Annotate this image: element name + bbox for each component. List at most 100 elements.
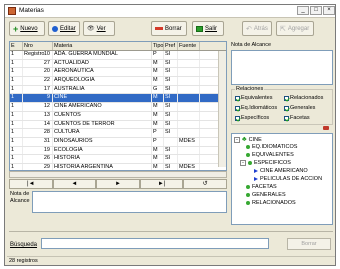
table-row[interactable]: 1 13 CUENTOS M SI bbox=[10, 111, 226, 121]
refresh-button[interactable]: ↺ bbox=[183, 179, 227, 189]
grid-body: 1 10 ADA. GUERRA MUNDIAL P SI 1 27 ACTUALIDAD M S… bbox=[10, 51, 226, 170]
check-eq-idiomaticos[interactable]: Eq.Idiomáticos bbox=[235, 105, 277, 111]
table-cell: 1 bbox=[10, 103, 23, 111]
prev-record-button[interactable]: ◄ bbox=[52, 179, 97, 189]
collapse-icon[interactable]: − bbox=[234, 136, 240, 143]
table-cell: SI bbox=[164, 94, 178, 103]
edit-button[interactable]: Editar bbox=[48, 21, 80, 36]
table-cell: 1 bbox=[10, 137, 23, 146]
tree-leaf[interactable]: CINE AMERICANO bbox=[254, 168, 308, 174]
checkbox-icon bbox=[284, 105, 289, 111]
table-cell: 9 bbox=[23, 94, 53, 103]
check-equivalentes[interactable]: Equivalentes bbox=[235, 95, 273, 101]
table-row[interactable]: 1 28 CULTURA P SI bbox=[10, 129, 226, 138]
header-e[interactable]: E bbox=[10, 42, 23, 50]
table-cell: SI bbox=[164, 120, 178, 129]
header-fuente[interactable]: Fuente bbox=[178, 42, 200, 50]
note-label: Nota de Alcance bbox=[10, 191, 30, 204]
table-cell: M bbox=[152, 103, 164, 111]
add-button[interactable]: ⇱ Agregar bbox=[276, 21, 314, 36]
exit-button[interactable]: Salir bbox=[192, 21, 224, 36]
table-cell: HISTORIA bbox=[53, 155, 152, 163]
table-row[interactable]: 1 26 HISTORIA M SI bbox=[10, 155, 226, 164]
table-cell bbox=[178, 85, 200, 94]
table-cell bbox=[178, 51, 200, 59]
table-row[interactable]: 1 14 CUENTOS DE TERROR M SI bbox=[10, 120, 226, 130]
table-cell: 1 bbox=[10, 146, 23, 155]
check-generales[interactable]: Generales bbox=[284, 105, 315, 111]
collapse-icon[interactable]: − bbox=[240, 160, 246, 166]
pin-icon[interactable] bbox=[323, 126, 329, 130]
check-relacionados[interactable]: Relacionados bbox=[284, 95, 323, 101]
header-materia[interactable]: Materia bbox=[53, 42, 152, 50]
green-dot-icon bbox=[246, 153, 250, 157]
table-cell: M bbox=[152, 163, 164, 170]
title-bar: Materias _ □ × bbox=[5, 5, 335, 18]
table-row[interactable]: 1 10 ADA. GUERRA MUNDIAL P SI bbox=[10, 51, 226, 60]
table-row[interactable]: 1 31 DINOSAURIOS P MDES bbox=[10, 137, 226, 147]
delete-button[interactable]: Borrar bbox=[151, 21, 187, 36]
table-cell: M bbox=[152, 120, 164, 129]
table-row[interactable]: 1 22 ARQUEOLOGIA M SI bbox=[10, 77, 226, 86]
table-cell: SI bbox=[164, 51, 178, 59]
check-facetas[interactable]: Facetas bbox=[284, 115, 310, 121]
tree-node[interactable]: GENERALES bbox=[246, 192, 286, 198]
table-row[interactable]: 1 9 CINE M SI bbox=[10, 94, 226, 104]
table-cell: 1 bbox=[10, 163, 23, 170]
tree-leaf[interactable]: PELICULAS DE ACCION bbox=[254, 176, 322, 182]
check-label: Equivalentes bbox=[241, 95, 273, 101]
back-arrow-icon: ↶ bbox=[246, 25, 252, 33]
tree-root[interactable]: − ♣ CINE bbox=[234, 136, 262, 143]
view-button[interactable]: 👁 Ver bbox=[83, 21, 115, 36]
minimize-button[interactable]: _ bbox=[297, 6, 309, 15]
first-record-button[interactable]: |◄ bbox=[9, 179, 53, 189]
search-input[interactable] bbox=[41, 238, 269, 249]
tree-node[interactable]: RELACIONADOS bbox=[246, 200, 296, 206]
header-tipo[interactable]: Tipo bbox=[152, 42, 164, 50]
table-cell: 1 bbox=[10, 94, 23, 103]
relations-tree[interactable]: − ♣ CINE EQ.IDIOMATICOS EQUIVALENTES − ESPE… bbox=[231, 133, 333, 225]
grid-horizontal-scrollbar[interactable] bbox=[9, 171, 227, 178]
maximize-button[interactable]: □ bbox=[310, 6, 322, 15]
checkbox-icon bbox=[235, 105, 240, 111]
table-cell: 12 bbox=[23, 103, 53, 111]
green-dot-icon bbox=[246, 201, 250, 205]
tree-node[interactable]: EQ.IDIOMATICOS bbox=[246, 144, 297, 150]
table-cell: SI bbox=[164, 129, 178, 137]
alcance-textarea[interactable] bbox=[231, 50, 333, 85]
materias-grid[interactable]: E Nro Registro Materia Tipo Pref Fuente … bbox=[9, 41, 227, 171]
note-textarea[interactable] bbox=[32, 191, 227, 213]
exit-icon bbox=[196, 25, 203, 32]
new-button[interactable]: + Nuevo bbox=[9, 21, 45, 36]
table-cell: SI bbox=[164, 59, 178, 68]
table-row[interactable]: 1 17 AUSTRALIA G SI bbox=[10, 85, 226, 95]
header-nro-registro[interactable]: Nro Registro bbox=[23, 42, 53, 57]
table-cell bbox=[178, 111, 200, 120]
clear-search-button[interactable]: Borrar bbox=[287, 238, 331, 250]
table-row[interactable]: 1 29 HISTORIA ARGENTINA M SI MDES bbox=[10, 163, 226, 170]
check-especificos[interactable]: Específicos bbox=[235, 115, 269, 121]
table-cell: M bbox=[152, 94, 164, 103]
alcance-label: Nota de Alcance bbox=[231, 42, 272, 48]
tree-node[interactable]: EQUIVALENTES bbox=[246, 152, 294, 158]
table-row[interactable]: 1 20 AERONAUTICA M SI bbox=[10, 68, 226, 78]
table-row[interactable]: 1 19 ECOLOGIA M SI bbox=[10, 146, 226, 156]
table-row[interactable]: 1 12 CINE AMERICANO M SI bbox=[10, 103, 226, 112]
tree-node[interactable]: FACETAS bbox=[246, 184, 277, 190]
table-cell: P bbox=[152, 137, 164, 146]
tree-node[interactable]: − ESPECIFICOS bbox=[240, 160, 291, 166]
close-button[interactable]: × bbox=[323, 6, 335, 15]
table-row[interactable]: 1 27 ACTUALIDAD M SI bbox=[10, 59, 226, 69]
exit-label: Salir bbox=[205, 25, 218, 32]
table-cell: CINE AMERICANO bbox=[53, 103, 152, 111]
grid-vertical-scrollbar[interactable] bbox=[218, 51, 226, 167]
record-navigator: |◄ ◄ ► ►| ↺ bbox=[9, 179, 227, 189]
header-pref[interactable]: Pref bbox=[164, 42, 178, 50]
last-record-button[interactable]: ►| bbox=[139, 179, 184, 189]
table-cell: 1 bbox=[10, 155, 23, 163]
next-record-button[interactable]: ► bbox=[96, 179, 140, 189]
table-cell: 14 bbox=[23, 120, 53, 129]
table-cell: M bbox=[152, 77, 164, 85]
table-cell: SI bbox=[164, 146, 178, 155]
back-button[interactable]: ↶ Atrás bbox=[242, 21, 272, 36]
